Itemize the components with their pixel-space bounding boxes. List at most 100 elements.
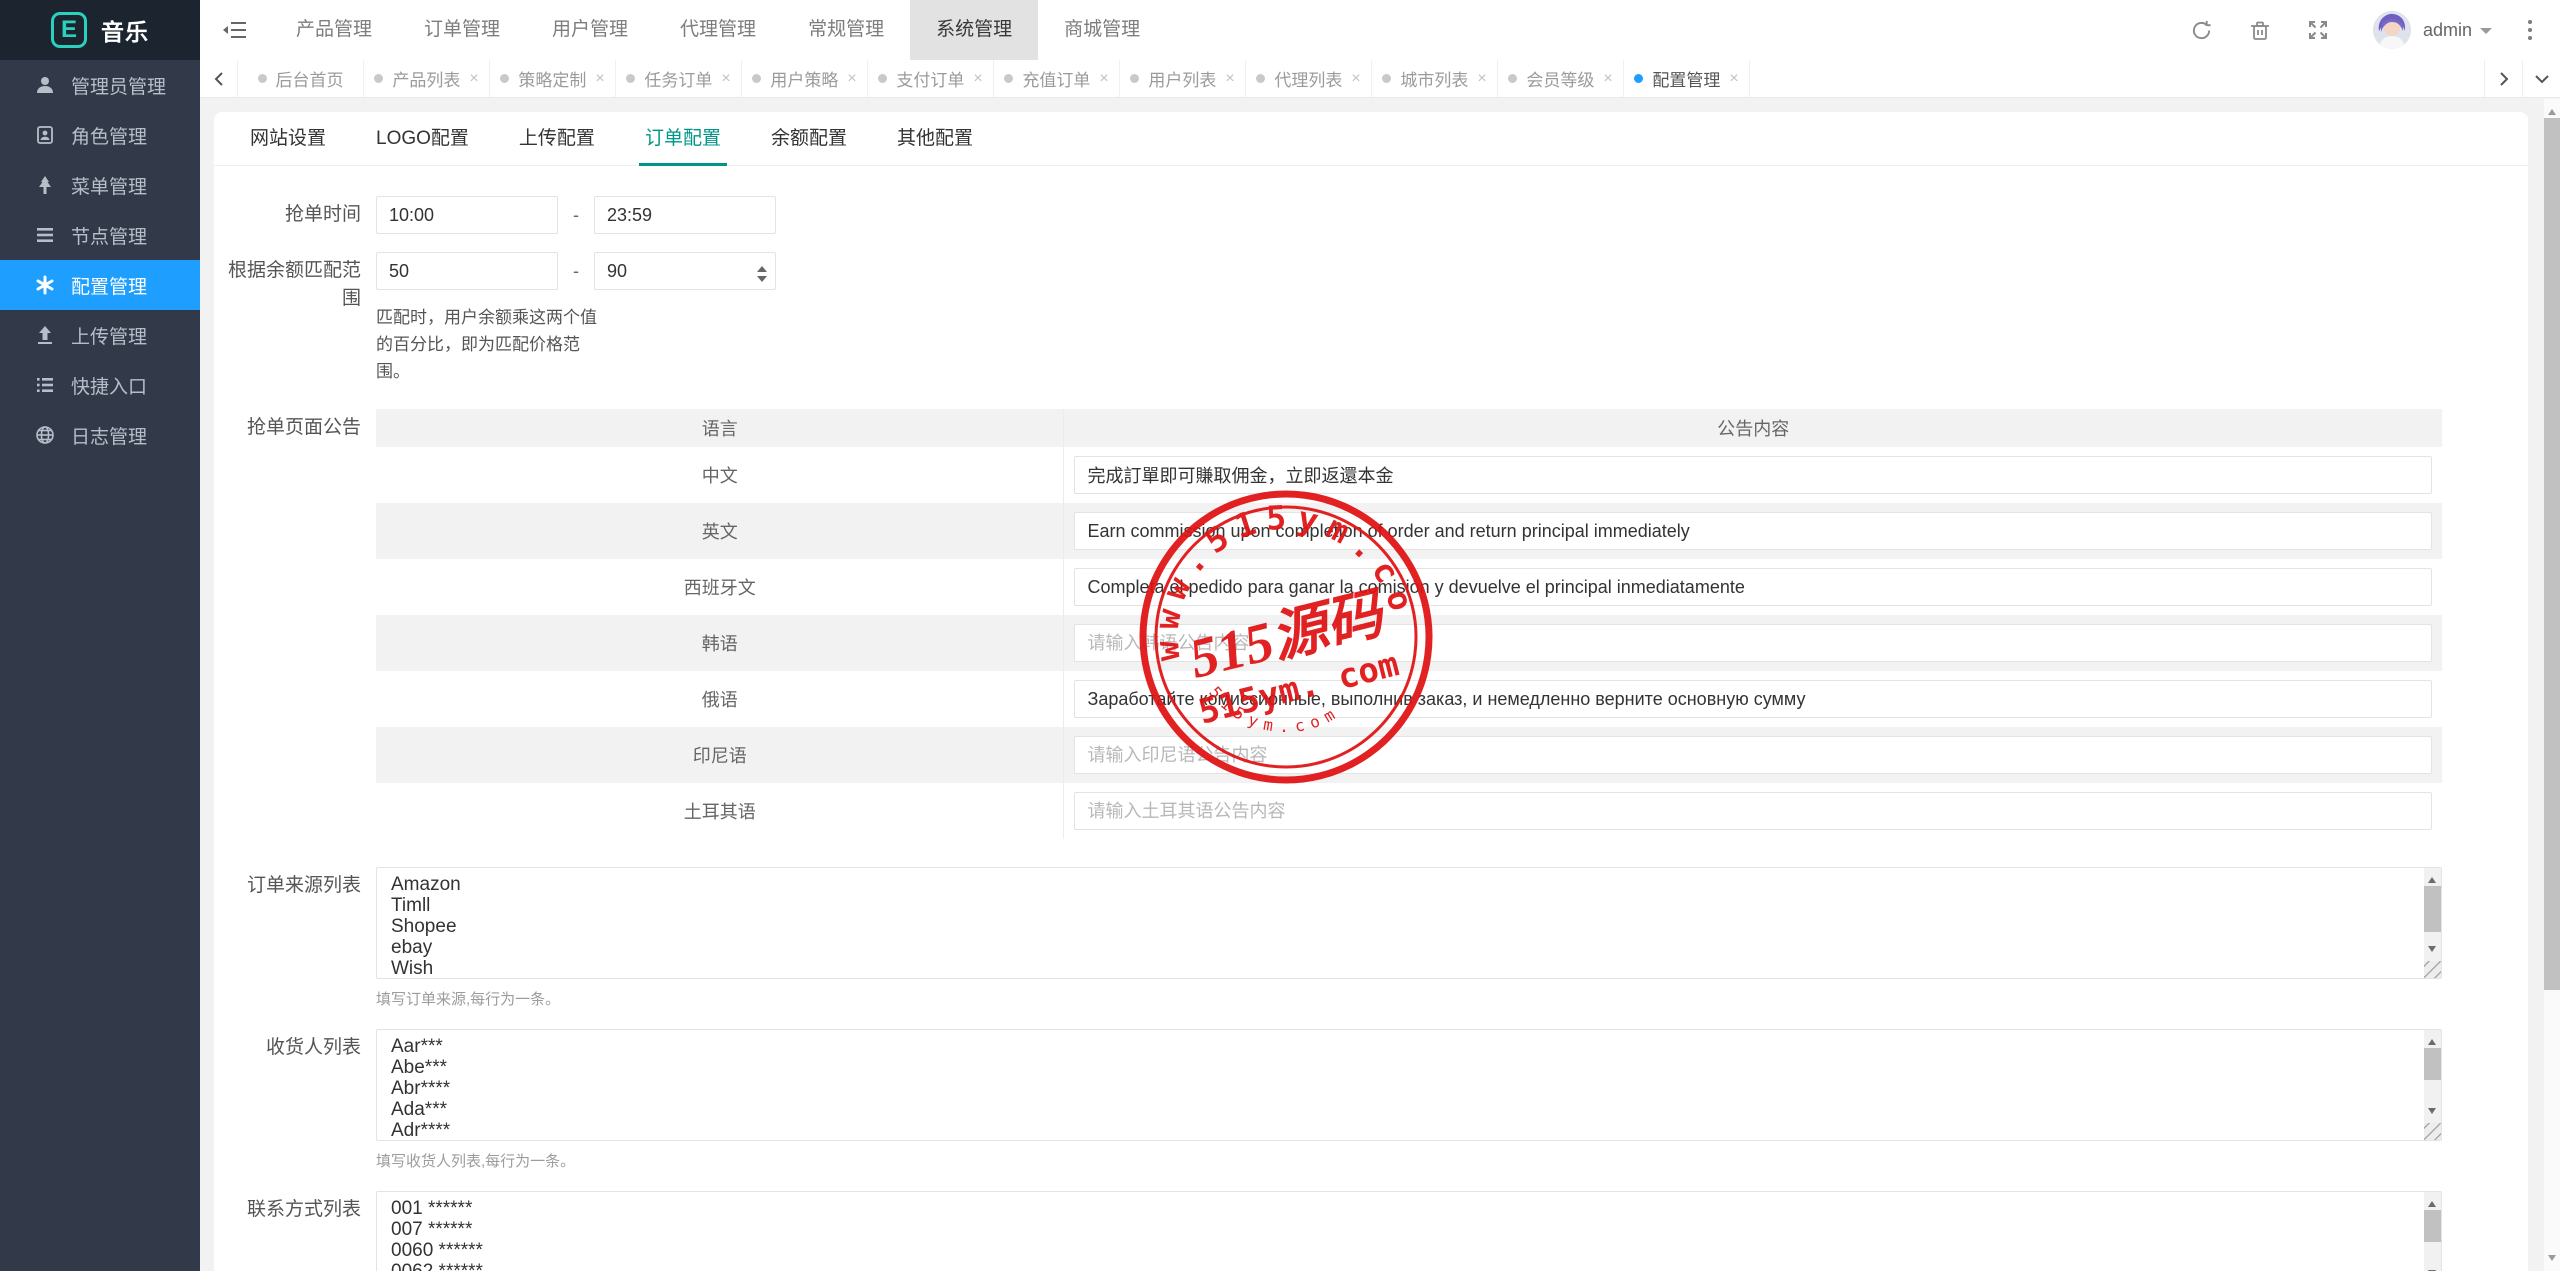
scroll-down-icon[interactable] — [2428, 946, 2436, 956]
close-icon[interactable] — [1603, 71, 1612, 87]
notice-input-ru[interactable] — [1074, 680, 2432, 718]
close-icon[interactable] — [1729, 71, 1738, 87]
tab-balance-config[interactable]: 余额配置 — [771, 112, 847, 166]
tab-strategy-custom[interactable]: 策略定制 — [490, 60, 616, 97]
clear-cache-icon[interactable] — [2231, 0, 2289, 60]
contact-list-textarea[interactable]: 001 ****** 007 ****** 0060 ****** 0062 *… — [376, 1191, 2442, 1271]
tabs-scroll-right-icon[interactable] — [2484, 60, 2522, 97]
sidebar-item-role-manage[interactable]: 角色管理 — [0, 110, 200, 160]
scroll-up-icon[interactable] — [2548, 105, 2556, 115]
sidebar-item-menu-manage[interactable]: 菜单管理 — [0, 160, 200, 210]
notice-input-id[interactable] — [1074, 736, 2432, 774]
close-icon[interactable] — [973, 71, 982, 87]
tab-site-settings[interactable]: 网站设置 — [250, 112, 326, 166]
sidebar-item-label: 快捷入口 — [71, 372, 147, 399]
nav-item-users[interactable]: 用户管理 — [526, 0, 654, 60]
close-icon[interactable] — [1477, 71, 1486, 87]
close-icon[interactable] — [1225, 71, 1234, 87]
shortcut-icon — [34, 374, 56, 396]
scrollbar-thumb[interactable] — [2424, 1048, 2441, 1080]
close-icon[interactable] — [1351, 71, 1360, 87]
tabs-scroll-left-icon[interactable] — [200, 60, 238, 97]
tab-user-list[interactable]: 用户列表 — [1120, 60, 1246, 97]
textarea-scrollbar[interactable] — [2424, 868, 2441, 961]
scroll-up-icon[interactable] — [2428, 1035, 2436, 1045]
scroll-up-icon[interactable] — [2428, 1197, 2436, 1207]
chevron-down-icon[interactable] — [2480, 28, 2492, 40]
order-source-textarea[interactable]: Amazon Timll Shopee ebay Wish — [376, 867, 2442, 979]
tab-config-manage[interactable]: 配置管理 — [1624, 60, 1750, 97]
table-header-row: 语言 公告内容 — [376, 409, 2442, 447]
close-icon[interactable] — [595, 71, 604, 87]
tab-recharge-orders[interactable]: 充值订单 — [994, 60, 1120, 97]
nav-item-orders[interactable]: 订单管理 — [398, 0, 526, 60]
tab-label: 策略定制 — [518, 66, 586, 91]
scrollbar-thumb[interactable] — [2544, 118, 2560, 990]
sidebar-item-shortcut[interactable]: 快捷入口 — [0, 360, 200, 410]
scroll-down-icon[interactable] — [2548, 1255, 2556, 1265]
sidebar-item-admin-manage[interactable]: 管理员管理 — [0, 60, 200, 110]
notice-input-tr[interactable] — [1074, 792, 2432, 830]
scroll-up-icon[interactable] — [2428, 873, 2436, 883]
resize-grip[interactable] — [2424, 961, 2441, 978]
grab-time-to-input[interactable] — [594, 196, 776, 234]
sidebar-fold-icon[interactable] — [200, 0, 270, 60]
nav-item-agents[interactable]: 代理管理 — [654, 0, 782, 60]
balance-range-min-input[interactable] — [376, 252, 558, 290]
tab-user-strategy[interactable]: 用户策略 — [742, 60, 868, 97]
tab-agent-list[interactable]: 代理列表 — [1246, 60, 1372, 97]
tab-other-config[interactable]: 其他配置 — [897, 112, 973, 166]
avatar[interactable] — [2373, 11, 2411, 49]
receiver-list-textarea[interactable]: Aar*** Abe*** Abr**** Ada*** Adr**** — [376, 1029, 2442, 1141]
tab-city-list[interactable]: 城市列表 — [1372, 60, 1498, 97]
close-icon[interactable] — [847, 71, 856, 87]
nav-item-general[interactable]: 常规管理 — [782, 0, 910, 60]
username-label[interactable]: admin — [2423, 20, 2472, 41]
scrollbar-thumb[interactable] — [2424, 886, 2441, 932]
textarea-scrollbar[interactable] — [2424, 1192, 2441, 1271]
receiver-list-help-text: 填写收货人列表,每行为一条。 — [376, 1150, 2442, 1171]
tab-product-list[interactable]: 产品列表 — [364, 60, 490, 97]
page-scrollbar[interactable] — [2544, 99, 2560, 1271]
sidebar-item-label: 配置管理 — [71, 272, 147, 299]
resize-grip[interactable] — [2424, 1123, 2441, 1140]
tab-logo-config[interactable]: LOGO配置 — [376, 112, 469, 166]
sidebar-item-config-manage[interactable]: 配置管理 — [0, 260, 200, 310]
sidebar-item-log-manage[interactable]: 日志管理 — [0, 410, 200, 460]
balance-range-max-input[interactable] — [594, 252, 776, 290]
language-cell: 西班牙文 — [376, 559, 1064, 615]
tabs-menu-icon[interactable] — [2522, 60, 2560, 97]
more-menu-icon[interactable] — [2518, 20, 2542, 40]
scroll-down-icon[interactable] — [2428, 1108, 2436, 1118]
balance-range-label: 根据余额匹配范围 — [226, 252, 361, 385]
tab-home[interactable]: 后台首页 — [238, 60, 364, 97]
close-icon[interactable] — [1099, 71, 1108, 87]
language-cell: 俄语 — [376, 671, 1064, 727]
nav-item-mall[interactable]: 商城管理 — [1038, 0, 1166, 60]
refresh-icon[interactable] — [2173, 0, 2231, 60]
close-icon[interactable] — [721, 71, 730, 87]
sidebar-item-label: 角色管理 — [71, 122, 147, 149]
fullscreen-icon[interactable] — [2289, 0, 2347, 60]
tab-dot-icon — [752, 74, 761, 83]
number-spinner[interactable] — [757, 261, 767, 287]
nav-item-products[interactable]: 产品管理 — [270, 0, 398, 60]
tab-upload-config[interactable]: 上传配置 — [519, 112, 595, 166]
notice-input-es[interactable] — [1074, 568, 2432, 606]
sidebar-item-node-manage[interactable]: 节点管理 — [0, 210, 200, 260]
order-source-help-text: 填写订单来源,每行为一条。 — [376, 988, 2442, 1009]
sidebar-item-upload-manage[interactable]: 上传管理 — [0, 310, 200, 360]
tab-task-orders[interactable]: 任务订单 — [616, 60, 742, 97]
language-cell: 土耳其语 — [376, 783, 1064, 839]
textarea-scrollbar[interactable] — [2424, 1030, 2441, 1123]
notice-input-en[interactable] — [1074, 512, 2432, 550]
tab-order-config[interactable]: 订单配置 — [645, 112, 721, 166]
tab-member-level[interactable]: 会员等级 — [1498, 60, 1624, 97]
scrollbar-thumb[interactable] — [2424, 1210, 2441, 1242]
nav-item-system[interactable]: 系统管理 — [910, 0, 1038, 60]
notice-input-zh[interactable] — [1074, 456, 2432, 494]
tab-pay-orders[interactable]: 支付订单 — [868, 60, 994, 97]
notice-input-ko[interactable] — [1074, 624, 2432, 662]
close-icon[interactable] — [469, 71, 478, 87]
grab-time-from-input[interactable] — [376, 196, 558, 234]
